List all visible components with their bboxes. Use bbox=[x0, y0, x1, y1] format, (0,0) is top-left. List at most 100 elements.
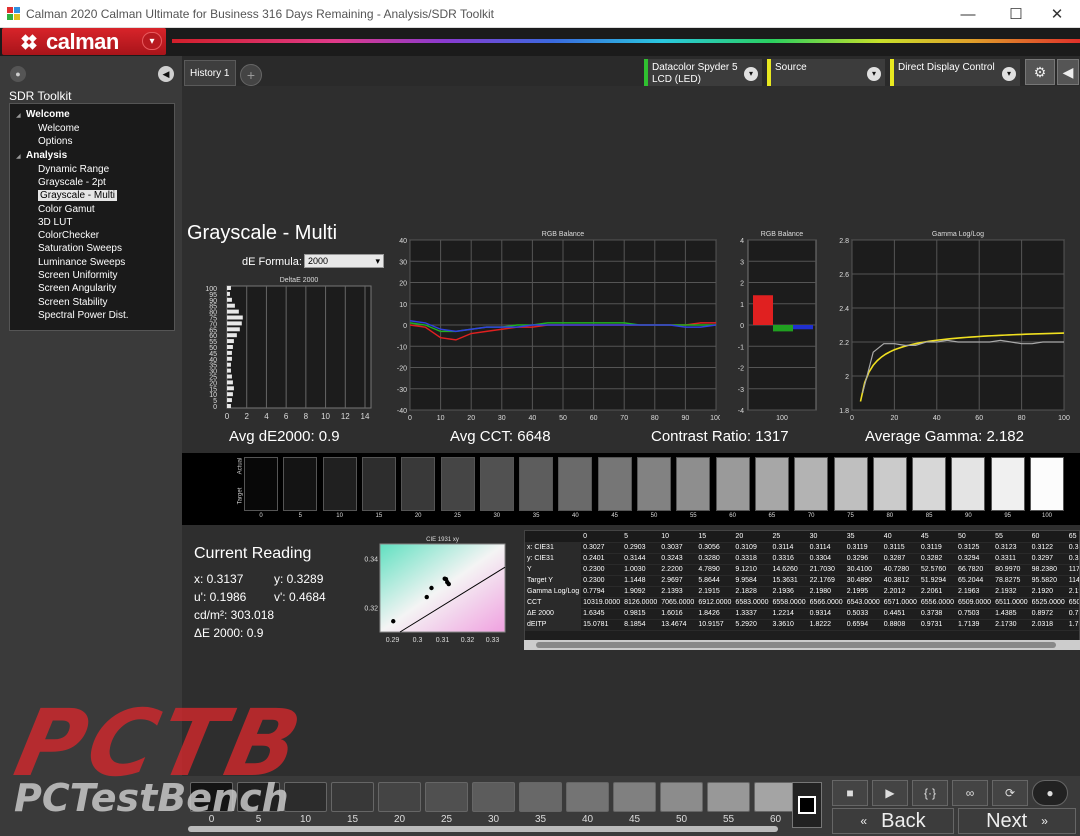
bottom-swatch-40[interactable] bbox=[566, 782, 609, 812]
swatch-55[interactable] bbox=[676, 457, 711, 511]
swatch-5[interactable] bbox=[283, 457, 318, 511]
meter-selector[interactable]: Datacolor Spyder 5 LCD (LED) ▾ bbox=[644, 59, 762, 87]
sidebar-item-screen-uniformity[interactable]: Screen Uniformity bbox=[38, 270, 117, 281]
swatch-25[interactable] bbox=[440, 457, 475, 511]
calman-logo-button[interactable]: calman ▾ bbox=[2, 28, 166, 55]
cie-chart: CIE 1931 xy 0.29 0.3 0.31 0.32 0.33 0.34 0.32 bbox=[364, 537, 506, 644]
swatch-35[interactable] bbox=[519, 457, 554, 511]
table-cell: 1.7590 bbox=[1066, 619, 1079, 631]
back-button[interactable]: « Back bbox=[832, 808, 954, 834]
table-scrollbar-thumb[interactable] bbox=[536, 642, 1056, 648]
refresh-icon-button[interactable]: ⟳ bbox=[992, 780, 1028, 806]
swatch-70[interactable] bbox=[794, 457, 829, 511]
tree-expand-icon[interactable]: ◢ bbox=[16, 112, 21, 119]
reading-delta-e: ΔE 2000: 0.9 bbox=[194, 626, 264, 640]
swatch-0[interactable] bbox=[244, 457, 278, 511]
sidebar-item-luminance-sweeps[interactable]: Luminance Sweeps bbox=[38, 257, 125, 268]
sidebar-pin-icon[interactable]: ● bbox=[10, 66, 26, 82]
sidebar-item-color-gamut[interactable]: Color Gamut bbox=[38, 204, 95, 215]
data-table[interactable]: 0 5 10 15 20 25 30 35 40 45 50 55 60 65 x: CIE31 0.3027… bbox=[524, 530, 1080, 650]
loop-icon-button[interactable]: ∞ bbox=[952, 780, 988, 806]
sidebar-item-grayscale-multi[interactable]: Grayscale - Multi bbox=[38, 190, 118, 202]
logo-dropdown-icon[interactable]: ▾ bbox=[142, 32, 162, 50]
sidebar-item-dynamic-range[interactable]: Dynamic Range bbox=[38, 164, 109, 175]
bottom-swatch-25[interactable] bbox=[425, 782, 468, 812]
de-formula-select[interactable]: 2000 ▾ bbox=[304, 254, 384, 268]
deltae-chart-title: DeltaE 2000 bbox=[280, 277, 319, 284]
table-cell: 6511.0000 bbox=[993, 597, 1030, 609]
bottom-swatch-30[interactable] bbox=[472, 782, 515, 812]
swatch-80[interactable] bbox=[872, 457, 907, 511]
tab-history-1[interactable]: History 1 bbox=[184, 60, 236, 86]
back-label: Back bbox=[881, 809, 926, 832]
table-cell: 0.3114 bbox=[807, 542, 845, 554]
display-selector[interactable]: Direct Display Control ▾ bbox=[890, 59, 1020, 87]
table-cell: 8126.0000 bbox=[622, 597, 660, 609]
table-scrollbar[interactable] bbox=[524, 640, 1080, 650]
bottom-swatch-45[interactable] bbox=[613, 782, 656, 812]
swatch-15[interactable] bbox=[361, 457, 396, 511]
stop-measure-button[interactable] bbox=[792, 782, 822, 828]
swatch-85[interactable] bbox=[912, 457, 947, 511]
table-cell: 6509.0000 bbox=[955, 597, 994, 609]
table-cell: 1.4385 bbox=[993, 608, 1030, 620]
maximize-button[interactable]: ☐ bbox=[993, 0, 1039, 28]
display-dropdown-icon[interactable]: ▾ bbox=[1002, 67, 1016, 81]
sidebar-item-welcome[interactable]: Welcome bbox=[26, 109, 70, 120]
sidebar-item-screen-stability[interactable]: Screen Stability bbox=[38, 297, 107, 308]
table-cell: 9.9584 bbox=[733, 575, 771, 587]
panel-collapse-button[interactable]: ◀ bbox=[1057, 59, 1079, 85]
sidebar-item-screen-angularity[interactable]: Screen Angularity bbox=[38, 283, 116, 294]
bracket-icon-button[interactable]: {·} bbox=[912, 780, 948, 806]
table-cell: 2.1730 bbox=[993, 619, 1030, 631]
swatch-10[interactable] bbox=[322, 457, 357, 511]
swatch-90[interactable] bbox=[951, 457, 986, 511]
deltae-bar bbox=[227, 321, 242, 326]
table-cell: 1.8426 bbox=[696, 608, 734, 620]
bottom-scrollbar[interactable] bbox=[188, 826, 778, 832]
bottom-swatch-50[interactable] bbox=[660, 782, 703, 812]
swatch-45[interactable] bbox=[597, 457, 632, 511]
swatch-65[interactable] bbox=[754, 457, 789, 511]
table-cell: 0.3318 bbox=[733, 553, 771, 565]
add-tab-button[interactable]: + bbox=[240, 64, 262, 86]
swatch-30[interactable] bbox=[479, 457, 514, 511]
source-selector[interactable]: Source ▾ bbox=[767, 59, 885, 87]
swatch-75[interactable] bbox=[833, 457, 868, 511]
measurement-table: 0 5 10 15 20 25 30 35 40 45 50 55 60 65 x: CIE31 0.3027… bbox=[525, 531, 1079, 631]
stop-icon-button[interactable]: ■ bbox=[832, 780, 868, 806]
next-button[interactable]: Next » bbox=[958, 808, 1076, 834]
rgb-ytick: 10 bbox=[399, 302, 407, 309]
sidebar-collapse-button[interactable]: ◀ bbox=[158, 66, 174, 82]
sidebar-item-grayscale-2pt[interactable]: Grayscale - 2pt bbox=[38, 177, 106, 188]
swatch-50[interactable] bbox=[637, 457, 671, 511]
minimize-button[interactable]: — bbox=[945, 0, 991, 28]
source-dropdown-icon[interactable]: ▾ bbox=[867, 67, 881, 81]
table-cell: 6558.0000 bbox=[770, 597, 808, 609]
rgb-balance-bar-chart: RGB Balance 4 3 2 1 0 -1 -2 -3 -4 100 bbox=[738, 231, 817, 422]
bottom-swatch-15[interactable] bbox=[331, 782, 374, 812]
tree-expand-icon[interactable]: ◢ bbox=[16, 153, 21, 160]
meter-dropdown-icon[interactable]: ▾ bbox=[744, 67, 758, 81]
close-button[interactable]: ✕ bbox=[1034, 0, 1080, 28]
play-icon-button[interactable]: ▶ bbox=[872, 780, 908, 806]
swatch-95[interactable] bbox=[990, 457, 1025, 511]
record-icon-button[interactable]: ● bbox=[1032, 780, 1068, 806]
swatch-100[interactable] bbox=[1030, 457, 1064, 511]
bottom-swatch-35[interactable] bbox=[519, 782, 562, 812]
sidebar-item-spectral-power-dist-[interactable]: Spectral Power Dist. bbox=[38, 310, 129, 321]
deltae-xtick: 8 bbox=[304, 412, 309, 421]
sidebar-item-colorchecker[interactable]: ColorChecker bbox=[38, 230, 99, 241]
bottom-swatch-20[interactable] bbox=[378, 782, 421, 812]
settings-gear-icon[interactable]: ⚙ bbox=[1025, 59, 1055, 85]
swatch-40[interactable] bbox=[558, 457, 593, 511]
sidebar-item-options[interactable]: Options bbox=[38, 136, 72, 147]
sidebar-item-analysis[interactable]: Analysis bbox=[26, 150, 67, 161]
bottom-swatch-60[interactable] bbox=[754, 782, 797, 812]
swatch-20[interactable] bbox=[401, 457, 436, 511]
bottom-swatch-55[interactable] bbox=[707, 782, 750, 812]
sidebar-item-3d-lut[interactable]: 3D LUT bbox=[38, 217, 72, 228]
sidebar-item-welcome[interactable]: Welcome bbox=[38, 123, 80, 134]
sidebar-item-saturation-sweeps[interactable]: Saturation Sweeps bbox=[38, 243, 122, 254]
swatch-60[interactable] bbox=[715, 457, 750, 511]
